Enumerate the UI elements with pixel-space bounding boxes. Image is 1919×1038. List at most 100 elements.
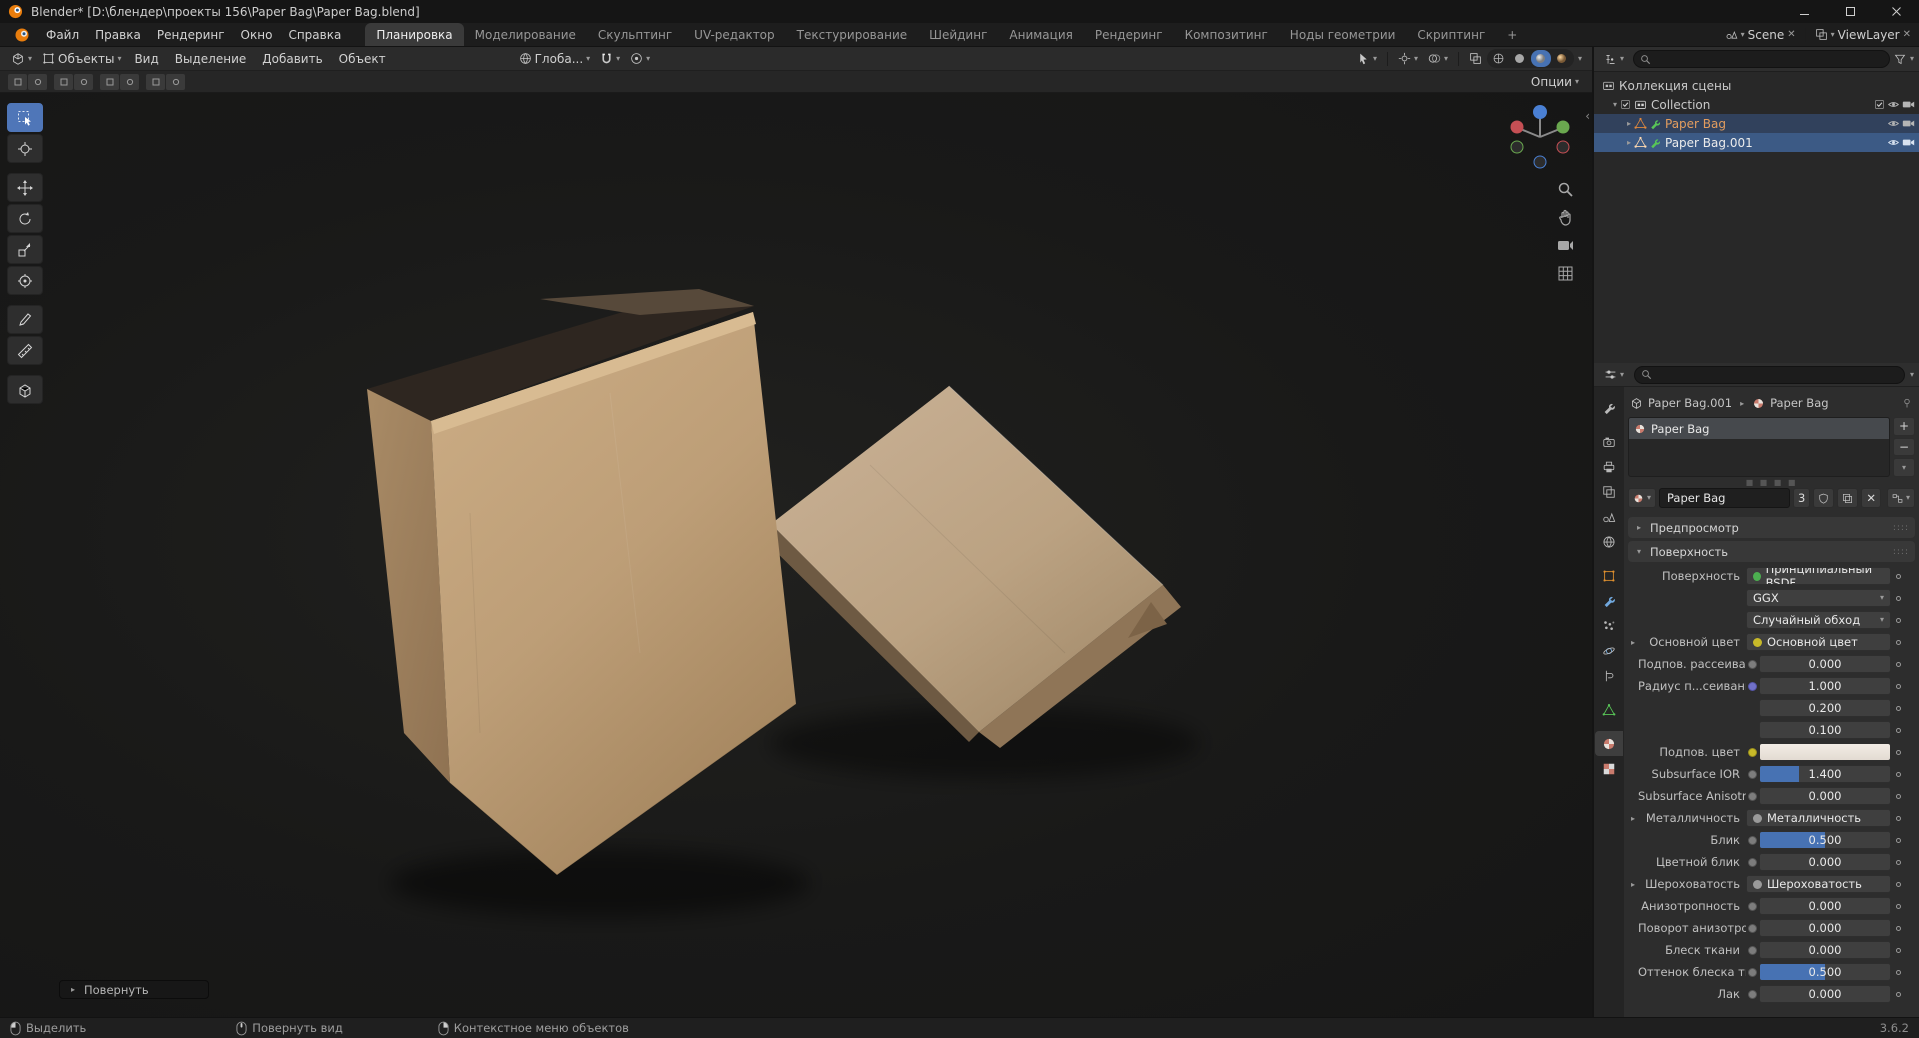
outliner-row-collection[interactable]: ▾ Collection [1594,95,1919,114]
users-count-button[interactable]: 3 [1793,488,1811,508]
toggle-button-8[interactable] [166,73,185,90]
tab-object[interactable] [1595,563,1623,588]
input-socket-icon[interactable] [1746,659,1759,669]
menu-add[interactable]: Добавить [254,52,330,66]
menu-select[interactable]: Выделение [167,52,254,66]
input-socket-icon[interactable] [1746,901,1759,911]
toggle-button-5[interactable] [100,73,119,90]
toggle-button-7[interactable] [146,73,165,90]
animate-dot-icon[interactable] [1891,815,1905,821]
tab-view-layer[interactable] [1595,479,1623,504]
tab-world[interactable] [1595,529,1623,554]
tab-layout[interactable]: Планировка [365,23,464,46]
pin-icon[interactable] [1901,397,1913,409]
animate-dot-icon[interactable] [1891,859,1905,865]
proportional-edit-toggle[interactable]: ▾ [625,49,655,69]
input-socket-icon[interactable] [1746,857,1759,867]
specular-slider[interactable]: 0.500 [1759,831,1891,849]
specular-tint-slider[interactable]: 0.000 [1759,853,1891,871]
tab-animation[interactable]: Анимация [998,23,1083,46]
animate-dot-icon[interactable] [1891,617,1905,623]
camera-view-icon[interactable] [1557,237,1574,254]
tab-scripting[interactable]: Скриптинг [1406,23,1496,46]
tool-move[interactable] [7,173,43,202]
navigation-gizmo[interactable] [1502,99,1578,175]
menu-help[interactable]: Справка [280,23,349,46]
anisotropic-slider[interactable]: 0.000 [1759,897,1891,915]
add-slot-button[interactable]: + [1893,417,1915,436]
animate-dot-icon[interactable] [1891,749,1905,755]
animate-dot-icon[interactable] [1891,925,1905,931]
outliner-search-input[interactable] [1633,50,1890,68]
base-color-link-button[interactable]: Основной цвет [1746,633,1891,651]
animate-dot-icon[interactable] [1891,771,1905,777]
tool-transform[interactable] [7,266,43,295]
tab-modeling[interactable]: Моделирование [464,23,587,46]
tab-material[interactable] [1595,731,1623,756]
tab-rendering[interactable]: Рендеринг [1084,23,1174,46]
material-name-field[interactable]: Paper Bag [1659,488,1791,508]
anisotropic-rotation-slider[interactable]: 0.000 [1759,919,1891,937]
menu-object[interactable]: Объект [331,52,394,66]
expand-arrow-icon[interactable]: ▸ [1628,638,1638,647]
chevron-down-icon[interactable]: ▾ [1910,370,1914,379]
shading-rendered-button[interactable] [1552,50,1572,67]
tab-texture[interactable] [1595,756,1623,781]
animate-dot-icon[interactable] [1891,991,1905,997]
roughness-link-button[interactable]: Шероховатость [1746,875,1891,893]
subsurface-color-swatch[interactable] [1759,743,1891,761]
input-socket-icon[interactable] [1746,835,1759,845]
fake-user-shield-icon[interactable] [1813,488,1835,508]
animate-dot-icon[interactable] [1891,727,1905,733]
sidebar-collapse-arrow[interactable]: ‹ [1585,109,1590,123]
material-slot-row[interactable]: Paper Bag [1629,418,1889,439]
expand-arrow-icon[interactable]: ▸ [1628,880,1638,889]
shading-wireframe-button[interactable] [1489,50,1509,67]
properties-editor-type-button[interactable]: ▾ [1599,365,1629,385]
tool-rotate[interactable] [7,204,43,233]
animate-dot-icon[interactable] [1891,661,1905,667]
menu-render[interactable]: Рендеринг [149,23,233,46]
radius-x-field[interactable]: 1.000 [1759,677,1891,695]
render-visibility-camera-icon[interactable] [1902,136,1915,149]
input-socket-icon[interactable] [1746,747,1759,757]
tab-scene[interactable] [1595,504,1623,529]
material-slot-list[interactable]: Paper Bag [1628,417,1890,477]
properties-search-input[interactable] [1634,365,1905,384]
tool-select-box[interactable] [7,103,43,132]
metallic-link-button[interactable]: Металличность [1746,809,1891,827]
remove-slot-button[interactable]: − [1893,437,1915,457]
tool-measure[interactable] [7,336,43,365]
gizmos-toggle[interactable]: ▾ [1393,49,1423,69]
chevron-down-icon[interactable]: ▾ [1578,54,1582,63]
xray-toggle[interactable] [1464,49,1487,69]
hide-eye-icon[interactable] [1887,136,1900,149]
animate-dot-icon[interactable] [1891,595,1905,601]
animate-dot-icon[interactable] [1891,881,1905,887]
animate-dot-icon[interactable] [1891,683,1905,689]
subsurface-slider[interactable]: 0.000 [1759,655,1891,673]
shading-solid-button[interactable] [1510,50,1530,67]
tool-scale[interactable] [7,235,43,264]
object-type-visibility-dropdown[interactable]: ▾ [1352,49,1382,69]
overlays-toggle[interactable]: ▾ [1423,49,1453,69]
tool-cursor[interactable] [7,134,43,163]
viewlayer-unlink-icon[interactable]: ✕ [1903,29,1911,40]
menu-view[interactable]: Вид [126,52,166,66]
outliner-editor-type-button[interactable]: ▾ [1599,49,1629,69]
tab-texture-paint[interactable]: Текстурирование [786,23,918,46]
panel-preview-header[interactable]: ▸ Предпросмотр :::: [1628,517,1915,538]
animate-dot-icon[interactable] [1891,639,1905,645]
tab-uv-editing[interactable]: UV-редактор [683,23,785,46]
checkbox-icon[interactable] [1620,99,1631,110]
subsurface-anisotropy-slider[interactable]: 0.000 [1759,787,1891,805]
zoom-icon[interactable] [1557,181,1574,198]
distribution-dropdown[interactable]: GGX ▾ [1746,589,1891,607]
subsurface-ior-slider[interactable]: 1.400 [1759,765,1891,783]
add-workspace-button[interactable]: + [1496,23,1528,46]
toggle-button-6[interactable] [120,73,139,90]
input-socket-icon[interactable] [1746,681,1759,691]
tab-sculpting[interactable]: Скульптинг [587,23,683,46]
hide-eye-icon[interactable] [1887,117,1900,130]
viewport-3d[interactable]: ‹ ▸ Повернуть [0,93,1592,1017]
